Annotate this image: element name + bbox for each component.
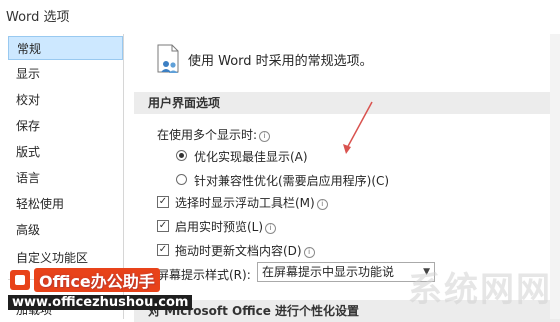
office-logo-icon [10, 270, 30, 290]
brand-title: Office办公助手 [34, 268, 160, 292]
brand-overlay: Office办公助手 www.officezhushou.com [0, 264, 193, 319]
watermark: 系统网网 [408, 270, 552, 310]
brand-row: Office办公助手 [10, 268, 160, 292]
brand-url: www.officezhushou.com [8, 295, 193, 310]
word-options-dialog: Word 选项 常规 显示 校对 保存 版式 语言 轻松使用 高级 自定义功能区… [0, 0, 560, 322]
